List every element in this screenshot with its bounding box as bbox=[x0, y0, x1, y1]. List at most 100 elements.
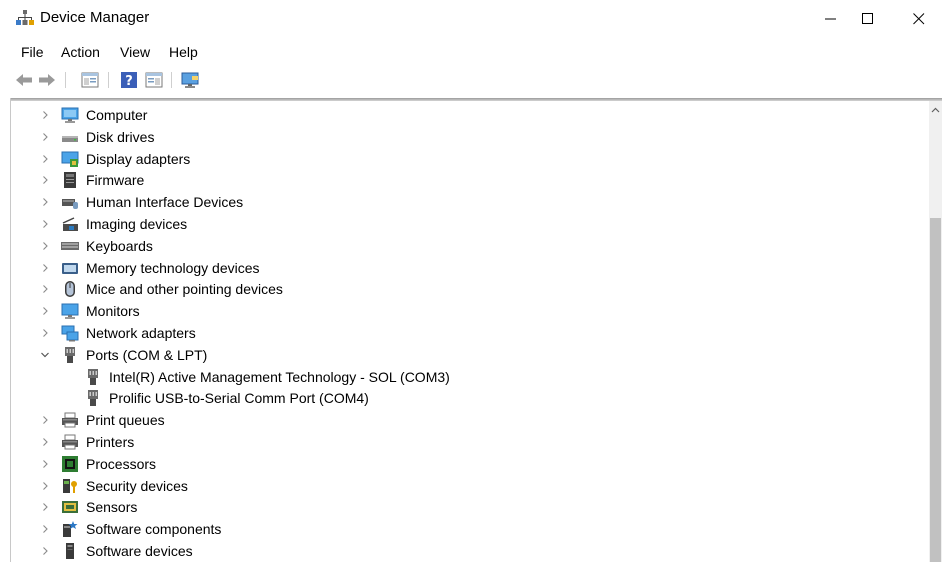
firmware-icon bbox=[61, 171, 79, 189]
tree-item-memory-technology-devices[interactable]: Memory technology devices bbox=[11, 257, 929, 279]
printer-icon bbox=[61, 411, 79, 429]
toolbar-separator bbox=[108, 72, 109, 88]
chevron-right-icon[interactable] bbox=[39, 239, 51, 253]
tree-item-mice-and-other-pointing-devices[interactable]: Mice and other pointing devices bbox=[11, 278, 929, 300]
help-icon: ? bbox=[121, 72, 137, 89]
monitor-icon bbox=[181, 72, 199, 88]
properties-pane-button[interactable] bbox=[80, 70, 100, 90]
view-pane-button[interactable] bbox=[144, 70, 164, 90]
forward-icon bbox=[39, 74, 55, 86]
tree-item-monitors[interactable]: Monitors bbox=[11, 300, 929, 322]
chevron-right-icon[interactable] bbox=[39, 500, 51, 514]
toolbar-separator bbox=[171, 72, 172, 88]
tree-item-label: Printers bbox=[86, 434, 135, 450]
tree-item-label: Firmware bbox=[86, 172, 145, 189]
chevron-right-icon[interactable] bbox=[39, 304, 51, 318]
chevron-right-icon[interactable] bbox=[39, 130, 51, 144]
menu-help[interactable]: Help bbox=[169, 43, 198, 61]
tree-item-network-adapters[interactable]: Network adapters bbox=[11, 322, 929, 344]
vertical-scrollbar[interactable] bbox=[929, 101, 942, 562]
chevron-right-icon[interactable] bbox=[39, 326, 51, 340]
tree-item-label: Disk drives bbox=[86, 128, 155, 145]
mouse-icon bbox=[61, 280, 79, 298]
chevron-right-icon[interactable] bbox=[39, 217, 51, 231]
tree-item-print-queues[interactable]: Print queues bbox=[11, 409, 929, 431]
device-tree: Computer Disk drives Display adapters Firmw… bbox=[11, 101, 929, 562]
port-icon bbox=[84, 389, 102, 407]
chevron-right-icon[interactable] bbox=[39, 195, 51, 209]
minimize-icon bbox=[825, 18, 836, 20]
tree-item-security-devices[interactable]: Security devices bbox=[11, 475, 929, 497]
menu-file[interactable]: File bbox=[21, 43, 44, 61]
scroll-up-arrow[interactable] bbox=[929, 103, 942, 117]
back-icon bbox=[16, 74, 32, 86]
port-icon bbox=[61, 346, 79, 364]
chevron-right-icon[interactable] bbox=[39, 108, 51, 122]
tree-item-label: Software components bbox=[86, 521, 222, 538]
toolbar-separator bbox=[65, 72, 66, 88]
chevron-right-icon[interactable] bbox=[39, 152, 51, 166]
tree-item-label: Software devices bbox=[86, 543, 193, 559]
tree-item-label: Display adapters bbox=[86, 150, 191, 167]
tree-item-display-adapters[interactable]: Display adapters bbox=[11, 148, 929, 170]
tree-item-label: Keyboards bbox=[86, 237, 153, 254]
monitor-button[interactable] bbox=[180, 70, 200, 90]
maximize-button[interactable] bbox=[845, 0, 891, 38]
tree-item-label: Imaging devices bbox=[86, 216, 188, 232]
menu-view[interactable]: View bbox=[120, 43, 150, 61]
security-device-icon bbox=[61, 477, 79, 495]
tree-item-label: Print queues bbox=[86, 412, 165, 429]
tree-item-disk-drives[interactable]: Disk drives bbox=[11, 126, 929, 148]
tree-item-label: Processors bbox=[86, 455, 157, 472]
tree-item-printers[interactable]: Printers bbox=[11, 431, 929, 453]
close-icon bbox=[913, 13, 925, 25]
title-bar: Device Manager bbox=[0, 0, 942, 38]
tree-item-label: Memory technology devices bbox=[86, 259, 260, 276]
computer-icon bbox=[61, 106, 79, 124]
chevron-right-icon[interactable] bbox=[39, 261, 51, 275]
window-title: Device Manager bbox=[40, 9, 150, 26]
chevron-right-icon[interactable] bbox=[39, 173, 51, 187]
maximize-icon bbox=[862, 13, 873, 24]
tree-item-label: Network adapters bbox=[86, 325, 196, 341]
close-button[interactable] bbox=[896, 0, 942, 38]
tree-item-sensors[interactable]: Sensors bbox=[11, 496, 929, 518]
monitor-icon bbox=[61, 302, 79, 320]
help-button[interactable]: ? bbox=[119, 70, 139, 90]
tree-item-computer[interactable]: Computer bbox=[11, 104, 929, 126]
tree-item-keyboards[interactable]: Keyboards bbox=[11, 235, 929, 257]
sensor-icon bbox=[61, 498, 79, 516]
tree-item-ports-com-lpt[interactable]: Ports (COM & LPT) bbox=[11, 344, 929, 366]
forward-button[interactable] bbox=[37, 70, 57, 90]
tree-child-prolific-usb-to-serial-comm-port-com4[interactable]: Prolific USB-to-Serial Comm Port (COM4) bbox=[11, 387, 929, 409]
processor-icon bbox=[61, 455, 79, 473]
menu-action[interactable]: Action bbox=[61, 43, 100, 61]
chevron-right-icon[interactable] bbox=[39, 282, 51, 296]
chevron-right-icon[interactable] bbox=[39, 457, 51, 471]
view-pane-icon bbox=[145, 72, 163, 88]
keyboard-icon bbox=[61, 237, 79, 255]
tree-child-intel-r-active-management-technology-sol-com3[interactable]: Intel(R) Active Management Technology - … bbox=[11, 366, 929, 388]
printer-icon bbox=[61, 433, 79, 451]
tree-item-label: Mice and other pointing devices bbox=[86, 281, 283, 298]
tree-item-label: Security devices bbox=[86, 477, 188, 494]
toolbar: ? bbox=[0, 66, 942, 94]
tree-child-label: Intel(R) Active Management Technology - … bbox=[109, 368, 450, 385]
hid-icon bbox=[61, 193, 79, 211]
chevron-right-icon[interactable] bbox=[39, 522, 51, 536]
chevron-right-icon[interactable] bbox=[39, 435, 51, 449]
tree-item-software-devices[interactable]: Software devices bbox=[11, 540, 929, 562]
chevron-right-icon[interactable] bbox=[39, 544, 51, 558]
tree-item-processors[interactable]: Processors bbox=[11, 453, 929, 475]
tree-item-firmware[interactable]: Firmware bbox=[11, 169, 929, 191]
chevron-down-icon[interactable] bbox=[39, 348, 51, 362]
tree-item-software-components[interactable]: Software components bbox=[11, 518, 929, 540]
tree-item-label: Ports (COM & LPT) bbox=[86, 346, 208, 363]
scroll-thumb[interactable] bbox=[930, 218, 941, 562]
back-button[interactable] bbox=[14, 70, 34, 90]
imaging-device-icon bbox=[61, 215, 79, 233]
chevron-right-icon[interactable] bbox=[39, 413, 51, 427]
chevron-right-icon[interactable] bbox=[39, 479, 51, 493]
tree-item-imaging-devices[interactable]: Imaging devices bbox=[11, 213, 929, 235]
tree-item-human-interface-devices[interactable]: Human Interface Devices bbox=[11, 191, 929, 213]
